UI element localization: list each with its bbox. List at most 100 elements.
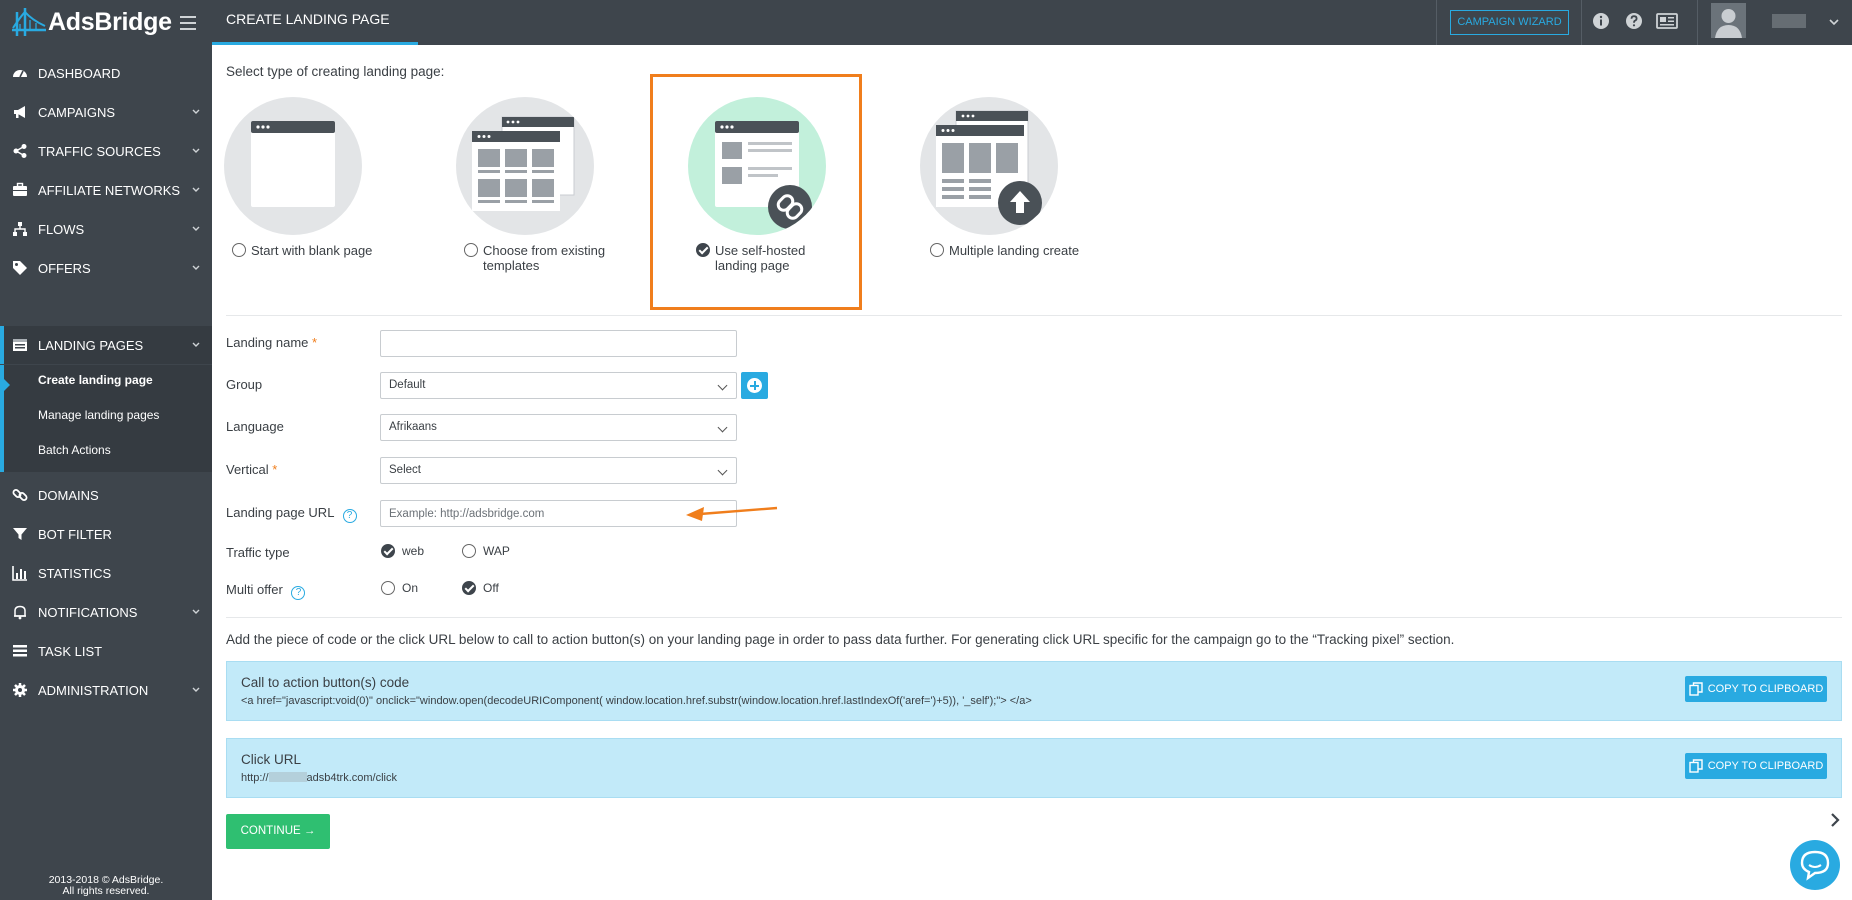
annotation-arrow-icon: [686, 506, 778, 521]
sidebar-item-administration[interactable]: ADMINISTRATION: [0, 671, 212, 709]
sidebar-item-label: OFFERS: [38, 260, 91, 276]
help-icon[interactable]: ?: [291, 586, 306, 600]
language-select-value: Afrikaans: [389, 421, 437, 433]
sidebar-item-landing-pages[interactable]: LANDING PAGES: [0, 326, 212, 364]
sidebar-item-label: TRAFFIC SOURCES: [38, 143, 161, 159]
submenu-item-batch-actions[interactable]: Batch Actions: [4, 435, 212, 465]
type-option-blank[interactable]: Start with blank page: [232, 243, 372, 258]
user-name-redacted[interactable]: [1772, 14, 1806, 28]
continue-button[interactable]: CONTINUE →: [226, 814, 330, 849]
submenu-item-create-landing-page[interactable]: Create landing page: [4, 365, 212, 395]
link-icon: [12, 489, 28, 501]
type-label-line: templates: [483, 258, 540, 273]
user-avatar[interactable]: [1711, 3, 1746, 38]
filter-icon: [13, 528, 27, 540]
sidebar-item-dashboard[interactable]: DASHBOARD: [0, 54, 212, 92]
sidebar-item-label: NOTIFICATIONS: [38, 604, 138, 620]
user-silhouette-icon: [1715, 9, 1742, 38]
radio-unchecked[interactable]: [381, 581, 395, 595]
type-option-multiple[interactable]: Multiple landing create: [930, 243, 1079, 258]
sidebar-item-notifications[interactable]: NOTIFICATIONS: [0, 593, 212, 631]
sidebar-item-offers[interactable]: OFFERS: [0, 249, 212, 287]
submenu-item-manage-landing-pages[interactable]: Manage landing pages: [4, 400, 212, 430]
vertical-select-value: Select: [389, 464, 421, 476]
sidebar-item-affiliate-networks[interactable]: AFFILIATE NETWORKS: [0, 171, 212, 209]
click-url-box: Click URL http:// adsb4trk.com/click COPY…: [226, 738, 1842, 798]
sidebar-item-label: FLOWS: [38, 221, 85, 237]
divider: [226, 315, 1842, 316]
group-select[interactable]: Default: [380, 372, 737, 399]
top-header: AdsBridge CREATE LANDING PAGE CAMPAIGN W…: [0, 0, 1852, 45]
sidebar-item-domains[interactable]: DOMAINS: [0, 476, 212, 514]
type-label: Start with blank page: [251, 243, 373, 258]
multi-offer-off-option[interactable]: Off: [462, 581, 499, 595]
chevron-down-icon: [192, 265, 200, 270]
radio-unchecked[interactable]: [232, 243, 246, 257]
click-url-value[interactable]: http:// adsb4trk.com/click: [241, 772, 397, 784]
chevron-down-icon: [192, 687, 200, 692]
instructions-text: Add the piece of code or the click URL b…: [226, 632, 1455, 647]
chevron-right-icon[interactable]: [1828, 813, 1842, 827]
radio-unchecked[interactable]: [464, 243, 478, 257]
radio-checked[interactable]: [462, 581, 476, 595]
news-icon[interactable]: [1655, 11, 1679, 31]
cta-code-value[interactable]: <a href="javascript:void(0)" onclick="wi…: [241, 695, 1032, 707]
sitemap-icon: [13, 222, 27, 236]
menu-toggle-icon[interactable]: [180, 12, 196, 32]
radio-checked[interactable]: [381, 544, 395, 558]
traffic-web-option[interactable]: web: [381, 544, 424, 558]
main-content: Select type of creating landing page: St…: [212, 45, 1852, 900]
landing-name-input[interactable]: [380, 330, 737, 357]
copy-label: COPY TO CLIPBOARD: [1707, 760, 1824, 772]
sidebar-item-flows[interactable]: FLOWS: [0, 210, 212, 248]
type-label: Multiple landing create: [949, 243, 1080, 258]
info-icon[interactable]: [1591, 11, 1611, 31]
language-select[interactable]: Afrikaans: [380, 414, 737, 441]
vertical-select[interactable]: Select: [380, 457, 737, 484]
sidebar-item-label: TASK LIST: [38, 643, 103, 659]
radio-unchecked[interactable]: [462, 544, 476, 558]
sidebar-item-label: ADMINISTRATION: [38, 682, 149, 698]
chat-widget-button[interactable]: [1790, 840, 1840, 890]
type-label-line: Choose from existing: [483, 243, 606, 258]
copy-cta-code-button[interactable]: COPY TO CLIPBOARD: [1685, 676, 1827, 702]
active-item-pointer: [4, 379, 10, 391]
type-option-templates[interactable]: Choose from existing templates: [464, 243, 605, 273]
header-divider: [1581, 0, 1582, 45]
chevron-down-icon: [192, 187, 200, 192]
sidebar-item-label: AFFILIATE NETWORKS: [38, 182, 181, 198]
sidebar-item-label: CAMPAIGNS: [38, 104, 116, 120]
cta-code-title: Call to action button(s) code: [241, 675, 410, 690]
sidebar-item-bot-filter[interactable]: BOT FILTER: [0, 515, 212, 553]
add-group-button[interactable]: [741, 372, 768, 399]
blank-page-icon: [251, 121, 335, 207]
plus-icon: [747, 378, 762, 393]
multi-offer-on-option[interactable]: On: [381, 581, 418, 595]
chevron-down-icon[interactable]: [1828, 16, 1840, 28]
vertical-label: Vertical *: [226, 462, 277, 477]
label-text: Landing page URL: [226, 505, 334, 520]
divider: [226, 617, 1842, 618]
help-icon[interactable]: ?: [342, 509, 357, 523]
sidebar-item-task-list[interactable]: TASK LIST: [0, 632, 212, 670]
redacted-subdomain: [268, 772, 307, 782]
help-icon[interactable]: [1624, 11, 1644, 31]
option-label: web: [402, 544, 425, 558]
bar-chart-icon: [12, 566, 27, 581]
copy-click-url-button[interactable]: COPY TO CLIPBOARD: [1685, 753, 1827, 779]
multiple-illustration: [920, 97, 1058, 235]
campaign-wizard-button[interactable]: CAMPAIGN WIZARD: [1450, 10, 1569, 35]
share-icon: [13, 144, 27, 158]
traffic-type-label: Traffic type: [226, 545, 290, 560]
select-type-title: Select type of creating landing page:: [226, 64, 445, 79]
sidebar-item-statistics[interactable]: STATISTICS: [0, 554, 212, 592]
sidebar-item-traffic-sources[interactable]: TRAFFIC SOURCES: [0, 132, 212, 170]
traffic-wap-option[interactable]: WAP: [462, 544, 510, 558]
url-suffix: adsb4trk.com/click: [306, 772, 398, 784]
bell-icon: [14, 605, 26, 620]
chevron-down-icon: [192, 226, 200, 231]
copyright-line: All rights reserved.: [62, 885, 150, 897]
label-text: Landing name: [226, 335, 309, 350]
radio-unchecked[interactable]: [930, 243, 944, 257]
sidebar-item-campaigns[interactable]: CAMPAIGNS: [0, 93, 212, 131]
